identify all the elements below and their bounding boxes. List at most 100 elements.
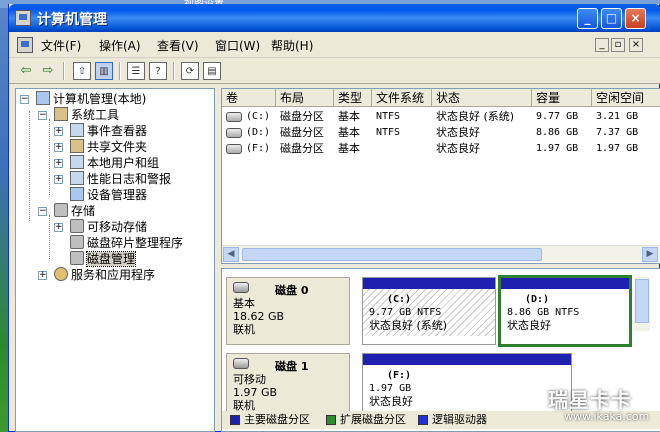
partition-name: (D:)	[525, 294, 550, 305]
menu-window[interactable]: 窗口(W)	[215, 37, 260, 54]
expand-icon[interactable]: +	[54, 143, 63, 152]
tree-label: 服务和应用程序	[71, 268, 156, 282]
show-hide-tree-icon[interactable]: ▥	[95, 62, 113, 80]
column-header-layout[interactable]: 布局	[276, 89, 334, 107]
disk-0-label[interactable]: 磁盘 0 基本 18.62 GB 联机	[226, 277, 350, 345]
tree-node-services-apps[interactable]: + 服务和应用程序	[38, 267, 155, 283]
menu-help[interactable]: 帮助(H)	[271, 37, 313, 54]
column-header-status[interactable]: 状态	[432, 89, 532, 107]
maximize-button[interactable]: □	[601, 8, 622, 29]
column-header-filesystem[interactable]: 文件系统	[372, 89, 432, 107]
partition-desc: 9.77 GB NTFS	[369, 307, 442, 318]
device-manager-icon	[70, 187, 84, 201]
column-header-capacity[interactable]: 容量	[532, 89, 592, 107]
legend-swatch-primary	[230, 415, 240, 425]
tree-node-defrag[interactable]: 磁盘碎片整理程序	[70, 235, 183, 251]
watermark-brand: 瑞星卡卡	[548, 388, 632, 412]
disk-type: 基本	[233, 297, 255, 310]
tree-node-shared-folders[interactable]: + 共享文件夹	[54, 139, 147, 155]
cell-status: 状态良好	[436, 126, 480, 139]
column-header-free-space[interactable]: 空闲空间	[592, 89, 660, 107]
collapse-icon[interactable]: −	[20, 95, 29, 104]
minimize-button[interactable]: _	[577, 8, 598, 29]
tree-label: 磁盘管理	[85, 251, 137, 267]
column-header-type[interactable]: 类型	[334, 89, 372, 107]
toolbar-separator	[119, 62, 121, 80]
disk-management-icon	[70, 251, 84, 265]
partition-c[interactable]: (C:) 9.77 GB NTFS 状态良好 (系统)	[362, 277, 496, 345]
expand-icon[interactable]: +	[54, 127, 63, 136]
menu-action[interactable]: 操作(A)	[99, 37, 141, 54]
help-icon[interactable]: ?	[149, 62, 167, 80]
disk-name: 磁盘 0	[275, 284, 309, 297]
expand-icon[interactable]: +	[38, 271, 47, 280]
tree-node-disk-management[interactable]: 磁盘管理	[70, 251, 137, 267]
export-icon[interactable]: ▤	[203, 62, 221, 80]
toolbar: ⇦ ⇨ ⇧ ▥ ☰ ? ⟳ ▤	[9, 58, 660, 84]
cell-volume: (D:)	[246, 127, 271, 138]
removable-storage-icon	[70, 219, 84, 233]
properties-icon[interactable]: ☰	[127, 62, 145, 80]
expand-icon[interactable]: +	[54, 175, 63, 184]
performance-icon	[70, 171, 84, 185]
expand-icon[interactable]: +	[54, 159, 63, 168]
tree-node-storage[interactable]: − 存储	[38, 203, 95, 219]
mdi-restore-button[interactable]: ▫	[611, 38, 625, 52]
horizontal-scrollbar[interactable]: ◀ ▶	[222, 245, 660, 262]
tree-line	[29, 111, 30, 221]
collapse-icon[interactable]: −	[38, 111, 47, 120]
tree-node-removable-storage[interactable]: + 可移动存储	[54, 219, 147, 235]
scroll-thumb[interactable]	[635, 279, 649, 323]
mdi-close-button[interactable]: ×	[629, 38, 643, 52]
menu-view[interactable]: 查看(V)	[157, 37, 199, 54]
cell-layout: 磁盘分区	[280, 126, 324, 139]
tree-node-perf-logs[interactable]: + 性能日志和警报	[54, 171, 171, 187]
drive-icon	[226, 112, 242, 122]
removable-disk-icon	[233, 358, 249, 369]
cell-layout: 磁盘分区	[280, 142, 324, 155]
refresh-icon[interactable]: ⟳	[181, 62, 199, 80]
menu-file[interactable]: 文件(F)	[41, 37, 81, 54]
expand-icon[interactable]: +	[54, 223, 63, 232]
column-header-volume[interactable]: 卷	[222, 89, 276, 107]
window-title: 计算机管理	[37, 12, 107, 28]
forward-arrow-icon[interactable]: ⇨	[39, 62, 57, 80]
scroll-thumb[interactable]	[242, 248, 542, 261]
partition-d[interactable]: (D:) 8.86 GB NTFS 状态良好	[498, 275, 632, 347]
title-bar[interactable]: 计算机管理 _ □ ×	[9, 4, 660, 32]
cell-status: 状态良好 (系统)	[436, 110, 515, 123]
cell-filesystem: NTFS	[376, 127, 401, 138]
tree-node-root[interactable]: − 计算机管理(本地)	[20, 91, 146, 107]
tree-node-system-tools[interactable]: − 系统工具	[38, 107, 119, 123]
console-tree: − 计算机管理(本地) − 系统工具 + 事件查看器 + 共享文件夹 + 本地用…	[15, 88, 215, 432]
scroll-right-icon[interactable]: ▶	[642, 247, 658, 262]
cell-filesystem	[372, 141, 432, 157]
watermark-site: www.ikaka.com	[564, 410, 650, 423]
tree-node-local-users[interactable]: + 本地用户和组	[54, 155, 159, 171]
tree-label: 共享文件夹	[87, 140, 148, 154]
tree-label: 存储	[71, 204, 96, 218]
up-folder-icon[interactable]: ⇧	[73, 62, 91, 80]
vertical-scrollbar[interactable]	[634, 277, 650, 331]
close-button[interactable]: ×	[625, 8, 646, 29]
cell-capacity: 8.86 GB	[536, 127, 579, 138]
watermark: 瑞星卡卡 www.ikaka.com	[540, 384, 660, 432]
legend-label-primary: 主要磁盘分区	[244, 413, 310, 426]
tree-line	[49, 119, 50, 195]
scroll-left-icon[interactable]: ◀	[223, 247, 239, 262]
volume-list: 卷 布局 类型 文件系统 状态 容量 空闲空间 (C:) 磁盘分区 基本 NTF…	[221, 88, 660, 264]
app-menu-icon[interactable]	[17, 37, 33, 53]
toolbar-separator	[173, 62, 175, 80]
back-arrow-icon[interactable]: ⇦	[17, 62, 35, 80]
partition-status: 状态良好	[369, 395, 413, 408]
partition-name: (C:)	[387, 294, 412, 305]
tree-node-event-viewer[interactable]: + 事件查看器	[54, 123, 147, 139]
disk-name: 磁盘 1	[275, 360, 309, 373]
collapse-icon[interactable]: −	[38, 207, 47, 216]
tree-node-device-manager[interactable]: 设备管理器	[70, 187, 147, 203]
tree-label: 事件查看器	[87, 124, 148, 138]
mdi-minimize-button[interactable]: _	[595, 38, 609, 52]
toolbar-separator	[63, 62, 65, 80]
cell-type: 基本	[338, 142, 360, 155]
cell-type: 基本	[338, 126, 360, 139]
